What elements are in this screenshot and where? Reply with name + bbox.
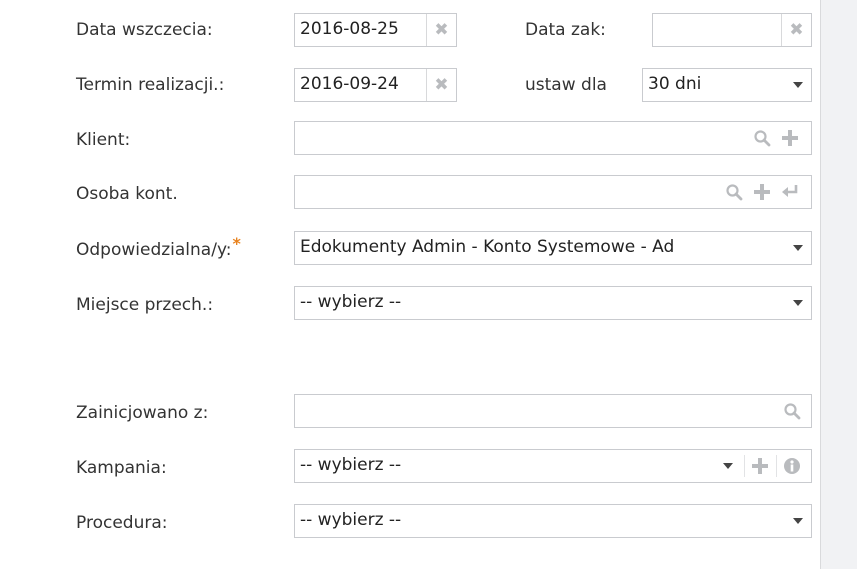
- klient-label: Klient:: [76, 130, 131, 150]
- ustaw-dla-value: 30 dni: [648, 74, 702, 94]
- miejsce-przech-label: Miejsce przech.:: [76, 295, 214, 315]
- data-wszczecia-value: 2016-08-25: [300, 19, 399, 39]
- close-icon[interactable]: ✖: [781, 14, 811, 46]
- divider: [744, 455, 745, 477]
- odpowiedzialna-label-text: Odpowiedzialna/y:: [76, 240, 232, 260]
- search-icon[interactable]: [723, 181, 745, 203]
- zainicjowano-z-label: Zainicjowano z:: [76, 403, 209, 423]
- data-wszczecia-field[interactable]: 2016-08-25 ✖: [294, 13, 457, 47]
- plus-icon[interactable]: [749, 455, 771, 477]
- data-zak-label: Data zak:: [525, 20, 606, 40]
- ustaw-dla-select[interactable]: 30 dni: [642, 68, 812, 102]
- osoba-kont-label: Osoba kont.: [76, 184, 178, 204]
- close-icon[interactable]: ✖: [426, 14, 456, 46]
- ustaw-dla-label: ustaw dla: [525, 75, 607, 95]
- termin-realizacji-field[interactable]: 2016-09-24 ✖: [294, 68, 457, 102]
- search-icon[interactable]: [781, 400, 803, 422]
- procedura-label: Procedura:: [76, 513, 168, 533]
- kampania-select[interactable]: -- wybierz --: [294, 449, 812, 483]
- kampania-value: -- wybierz --: [300, 455, 402, 475]
- miejsce-przech-select[interactable]: -- wybierz --: [294, 286, 812, 320]
- termin-realizacji-value: 2016-09-24: [300, 74, 399, 94]
- chevron-down-icon: [793, 300, 803, 306]
- divider: [776, 455, 777, 477]
- odpowiedzialna-select[interactable]: Edokumenty Admin - Konto Systemowe - Ad: [294, 231, 812, 265]
- plus-icon[interactable]: [779, 127, 801, 149]
- procedura-select[interactable]: -- wybierz --: [294, 504, 812, 538]
- klient-field[interactable]: [294, 121, 812, 155]
- odpowiedzialna-label: Odpowiedzialna/y:*: [76, 236, 241, 260]
- osoba-kont-field[interactable]: [294, 175, 812, 209]
- search-icon[interactable]: [751, 127, 773, 149]
- odpowiedzialna-value: Edokumenty Admin - Konto Systemowe - Ad: [300, 239, 675, 256]
- chevron-down-icon: [793, 82, 803, 88]
- chevron-down-icon: [793, 245, 803, 251]
- info-icon[interactable]: [781, 455, 803, 477]
- data-zak-field[interactable]: ✖: [652, 13, 812, 47]
- procedura-value: -- wybierz --: [300, 510, 402, 530]
- data-wszczecia-label: Data wszczecia:: [76, 20, 213, 40]
- zainicjowano-z-field[interactable]: [294, 394, 812, 428]
- chevron-down-icon: [723, 463, 733, 469]
- reply-icon[interactable]: [779, 181, 801, 203]
- miejsce-przech-value: -- wybierz --: [300, 292, 402, 312]
- kampania-label: Kampania:: [76, 458, 167, 478]
- plus-icon[interactable]: [751, 181, 773, 203]
- required-mark: *: [232, 234, 241, 253]
- chevron-down-icon: [793, 518, 803, 524]
- form-panel: Data wszczecia: 2016-08-25 ✖ Data zak: ✖…: [0, 0, 821, 569]
- termin-realizacji-label: Termin realizacji.:: [76, 75, 225, 95]
- close-icon[interactable]: ✖: [426, 69, 456, 101]
